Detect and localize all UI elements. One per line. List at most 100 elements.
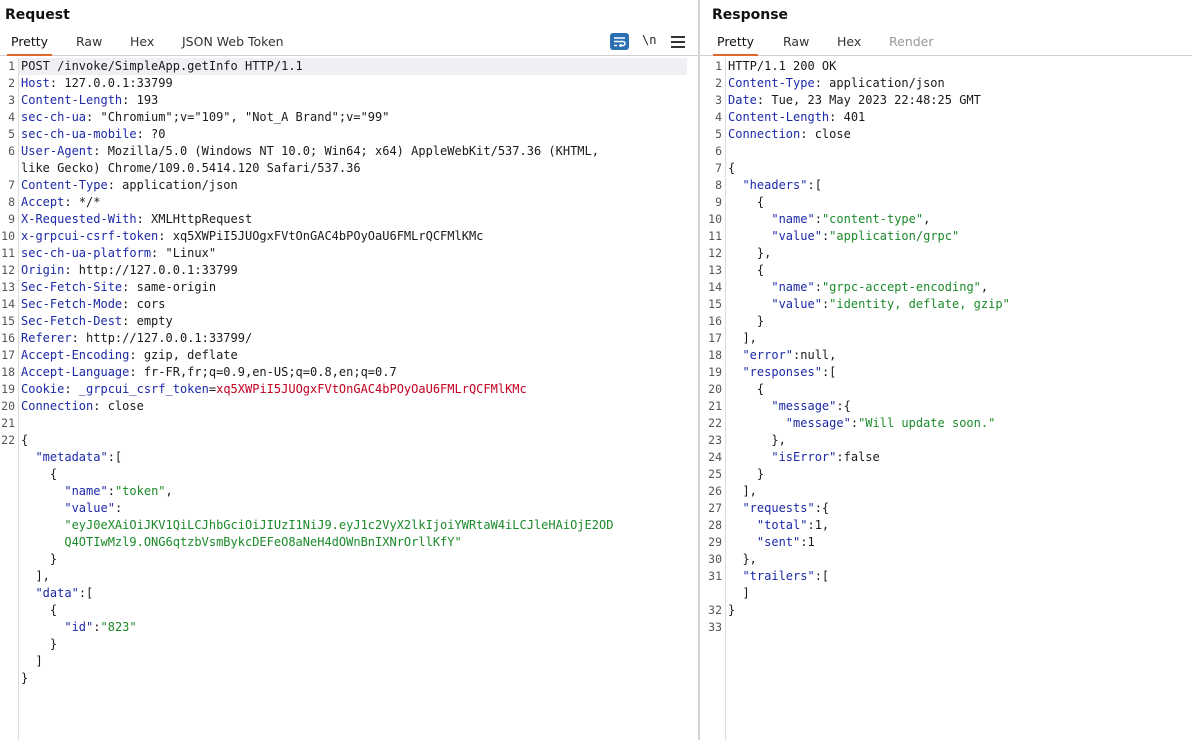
response-line-code: "name":"content-type", [728,211,930,228]
request-line-number: 10 [1,229,15,243]
request-line: 14 Sec-Fetch-Mode: cors [0,296,698,313]
request-line-code: Q4OTIwMzl9.ONG6qtzbVsmBykcDEFeO8aNeH4dOW… [21,534,461,551]
response-line-code: ], [728,330,757,347]
response-token: "grpc-accept-encoding" [821,280,981,294]
request-token: = [208,382,217,396]
response-line-code: "value":"application/grpc" [728,228,959,245]
request-token: { [21,603,58,617]
menu-icon[interactable] [671,33,685,51]
request-line: 9 X-Requested-With: XMLHttpRequest [0,211,698,228]
request-line: 18 Accept-Language: fr-FR,fr;q=0.9,en-US;… [0,364,698,381]
response-line: 10 "name":"content-type", [700,211,1192,228]
response-line: 14 "name":"grpc-accept-encoding", [700,279,1192,296]
response-token: "application/grpc" [829,229,960,243]
request-line: 11 sec-ch-ua-platform: "Linux" [0,245,698,262]
response-tab-hex[interactable]: Hex [837,34,861,53]
request-token: Sec-Fetch-Mode [21,297,123,311]
response-line-number: 22 [708,416,722,430]
request-line: "id":"823" [0,619,698,636]
response-tab-pretty[interactable]: Pretty [712,34,759,56]
response-token: , [923,212,931,226]
response-token: { [728,263,765,277]
request-tab-jwt[interactable]: JSON Web Token [182,34,284,53]
request-token: : "Chromium";v="109", "Not_A Brand";v="9… [86,110,390,124]
request-line-code: "value": [21,500,122,517]
response-line-number: 31 [708,569,722,583]
request-line-code: "metadata":[ [21,449,122,466]
request-tab-raw[interactable]: Raw [76,34,102,53]
request-token: Origin [21,263,65,277]
request-token: } [21,552,58,566]
response-line: 20 { [700,381,1192,398]
request-token: : 127.0.0.1:33799 [49,76,173,90]
request-tab-pretty[interactable]: Pretty [6,34,53,56]
request-line-code: like Gecko) Chrome/109.0.5414.120 Safari… [21,160,361,177]
response-tab-raw[interactable]: Raw [783,34,809,53]
request-line-code: ] [21,653,43,670]
response-line-number: 6 [715,144,722,158]
request-token: "eyJ0eXAiOiJKV1QiLCJhbGciOiJIUzI1NiJ9.ey… [64,518,614,532]
response-line: 13 { [700,262,1192,279]
response-token: :1 [800,535,815,549]
request-token: : [114,501,123,515]
text-wrap-button[interactable] [610,33,629,50]
request-token: : cors [122,297,166,311]
response-line: 11 "value":"application/grpc" [700,228,1192,245]
request-token: { [21,433,29,447]
request-line: ], [0,568,698,585]
request-line-code: sec-ch-ua-platform: "Linux" [21,245,216,262]
request-token: : same-origin [122,280,217,294]
response-token: :null, [793,348,837,362]
show-newlines-button[interactable]: \n [642,33,656,51]
response-line: 7{ [700,160,1192,177]
response-token: : 401 [829,110,866,124]
request-token: X-Requested-With [21,212,137,226]
request-line-number: 16 [1,331,15,345]
request-line-code: "id":"823" [21,619,136,636]
response-line: 22 "message":"Will update soon." [700,415,1192,432]
request-token: ] [21,654,43,668]
request-line: "value": [0,500,698,517]
response-token: { [728,195,765,209]
request-tab-hex[interactable]: Hex [130,34,154,53]
request-editor[interactable]: 1 POST /invoke/SimpleApp.getInfo HTTP/1.1… [0,58,698,740]
response-line: 8 "headers":[ [700,177,1192,194]
response-token: "responses" [742,365,822,379]
response-line-code: Content-Type: application/json [728,75,945,92]
response-token: "name" [771,212,815,226]
response-line-code: "headers":[ [728,177,821,194]
response-line-code: "error":null, [728,347,836,364]
response-token: : [850,416,859,430]
request-line-code: } [21,670,28,687]
request-line-number: 13 [1,280,15,294]
request-token: : 193 [122,93,159,107]
request-line-code: "eyJ0eXAiOiJKV1QiLCJhbGciOiJIUzI1NiJ9.ey… [21,517,613,534]
response-token: : application/json [814,76,945,90]
response-line-number: 18 [708,348,722,362]
request-token: : fr-FR,fr;q=0.9,en-US;q=0.8,en;q=0.7 [129,365,397,379]
response-line: 27 "requests":{ [700,500,1192,517]
response-token: ], [728,331,757,345]
request-line-number: 12 [1,263,15,277]
response-token: :1, [807,518,830,532]
request-line-code: Referer: http://127.0.0.1:33799/ [21,330,252,347]
response-line: 25 } [700,466,1192,483]
request-token: "id" [64,620,94,634]
response-line: 29 "sent":1 [700,534,1192,551]
request-line-code: Accept-Encoding: gzip, deflate [21,347,238,364]
request-token [21,518,64,532]
request-token: POST /invoke/SimpleApp.getInfo HTTP/1.1 [21,59,303,73]
response-tab-render[interactable]: Render [889,34,934,53]
response-tabs: Pretty Raw Hex Render [700,32,1192,56]
response-token: Connection [728,127,801,141]
request-line-code: "data":[ [21,585,93,602]
response-editor[interactable]: 1 HTTP/1.1 200 OK 2 Content-Type: applicati… [700,58,1192,740]
request-line-number: 22 [1,433,15,447]
request-token: : ?0 [136,127,166,141]
request-lines: 1 POST /invoke/SimpleApp.getInfo HTTP/1.1… [0,58,698,687]
request-token: } [21,637,58,651]
response-line: 28 "total":1, [700,517,1192,534]
response-token [728,399,771,413]
response-line-number: 33 [708,620,722,634]
response-token: "isError" [771,450,837,464]
